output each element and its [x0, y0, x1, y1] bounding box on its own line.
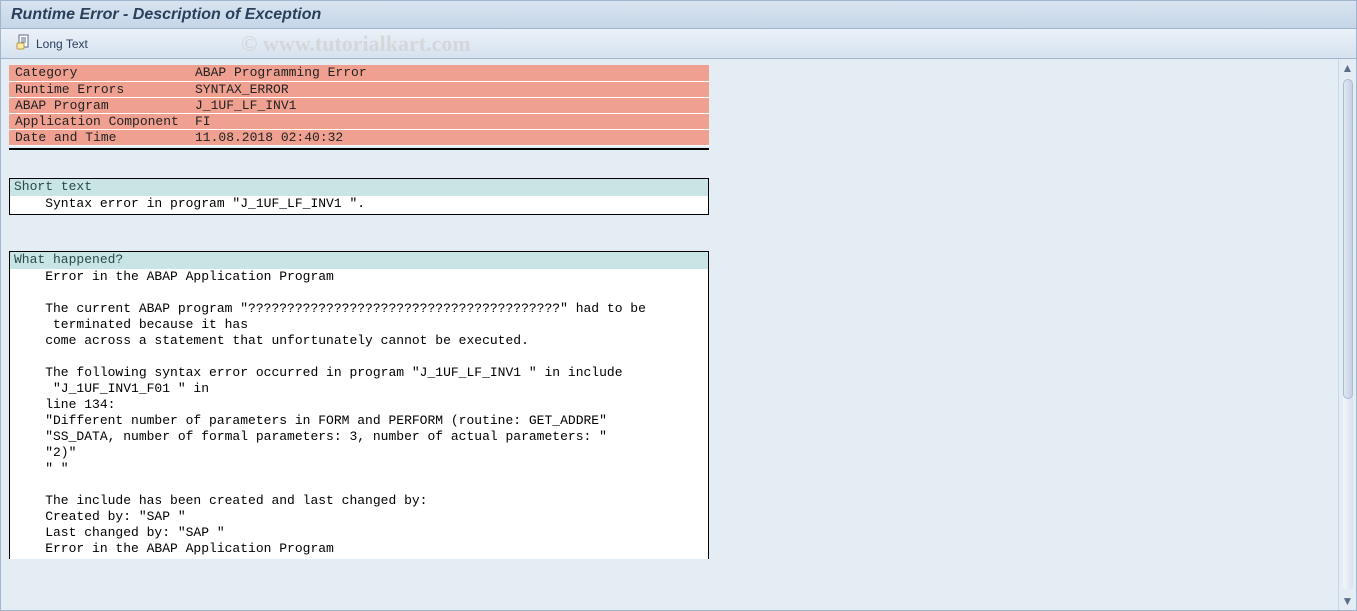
content-area: Category ABAP Programming Error Runtime …: [1, 59, 1338, 610]
page-title: Runtime Error - Description of Exception: [11, 6, 321, 24]
summary-label: Category: [9, 65, 189, 81]
watermark-text: © www.tutorialkart.com: [241, 31, 471, 57]
what-happened-header: What happened?: [10, 252, 708, 269]
what-happened-block: What happened? Error in the ABAP Applica…: [9, 251, 709, 559]
summary-divider: [9, 148, 709, 150]
vertical-scrollbar[interactable]: ▲ ▼: [1338, 59, 1356, 610]
scroll-up-arrow-icon[interactable]: ▲: [1341, 61, 1355, 75]
summary-value: 11.08.2018 02:40:32: [189, 129, 709, 145]
scroll-thumb[interactable]: [1343, 79, 1353, 399]
short-text-body: Syntax error in program "J_1UF_LF_INV1 "…: [10, 196, 708, 214]
table-row: Application Component FI: [9, 113, 709, 129]
table-row: Runtime Errors SYNTAX_ERROR: [9, 81, 709, 97]
short-text-block: Short text Syntax error in program "J_1U…: [9, 178, 709, 215]
long-text-button[interactable]: Long Text: [9, 31, 95, 56]
what-happened-body: Error in the ABAP Application Program Th…: [10, 269, 708, 559]
short-text-header: Short text: [10, 179, 708, 196]
summary-value: J_1UF_LF_INV1: [189, 97, 709, 113]
error-summary-table: Category ABAP Programming Error Runtime …: [9, 65, 709, 146]
runtime-error-window: Runtime Error - Description of Exception…: [0, 0, 1357, 611]
summary-label: Application Component: [9, 113, 189, 129]
content-wrapper: Category ABAP Programming Error Runtime …: [1, 59, 1356, 610]
scroll-track[interactable]: [1343, 79, 1353, 590]
scroll-down-arrow-icon[interactable]: ▼: [1341, 594, 1355, 608]
titlebar: Runtime Error - Description of Exception: [1, 1, 1356, 29]
table-row: ABAP Program J_1UF_LF_INV1: [9, 97, 709, 113]
toolbar: Long Text © www.tutorialkart.com: [1, 29, 1356, 59]
document-icon: [16, 34, 32, 53]
table-row: Category ABAP Programming Error: [9, 65, 709, 81]
summary-label: Date and Time: [9, 129, 189, 145]
summary-label: Runtime Errors: [9, 81, 189, 97]
long-text-label: Long Text: [36, 37, 88, 51]
summary-value: SYNTAX_ERROR: [189, 81, 709, 97]
summary-label: ABAP Program: [9, 97, 189, 113]
table-row: Date and Time 11.08.2018 02:40:32: [9, 129, 709, 145]
summary-value: ABAP Programming Error: [189, 65, 709, 81]
summary-value: FI: [189, 113, 709, 129]
